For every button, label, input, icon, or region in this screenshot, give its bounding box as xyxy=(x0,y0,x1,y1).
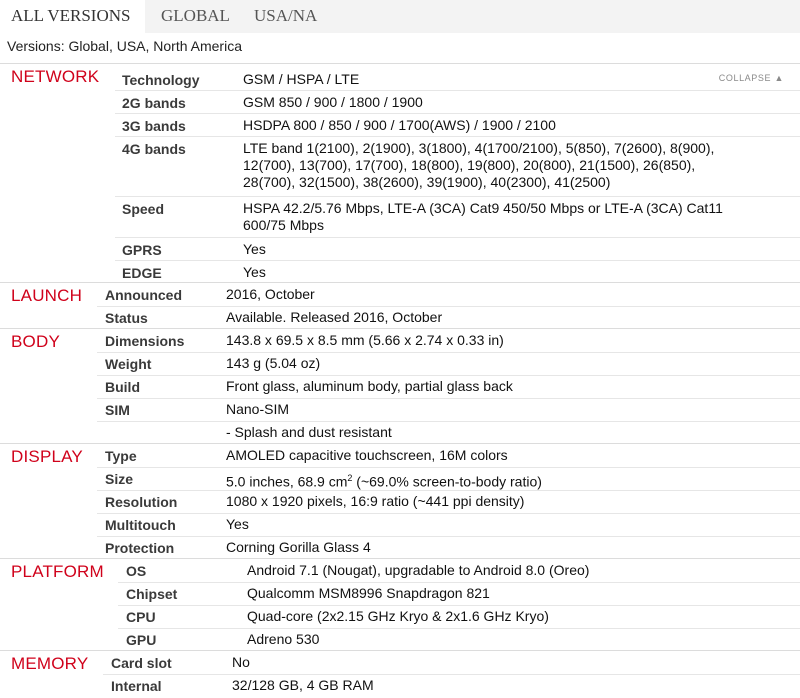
spec-value: 32/128 GB, 4 GB RAM xyxy=(232,677,374,693)
row-divider xyxy=(97,536,800,537)
spec-label: EDGE xyxy=(122,265,162,281)
spec-section-platform: PLATFORM OS Android 7.1 (Nougat), upgrad… xyxy=(0,558,800,650)
spec-label: Protection xyxy=(105,540,175,556)
spec-label: SIM xyxy=(105,402,130,418)
spec-section-network: NETWORK Technology GSM / HSPA / LTE 2G b… xyxy=(0,63,800,282)
spec-label: Chipset xyxy=(126,586,178,602)
spec-label: Announced xyxy=(105,287,182,303)
section-title-launch: LAUNCH xyxy=(11,286,83,305)
spec-label: 2G bands xyxy=(122,95,186,111)
spec-value: Yes xyxy=(226,516,249,532)
spec-value: Android 7.1 (Nougat), upgradable to Andr… xyxy=(247,562,590,578)
spec-value-line: 28(700), 32(1500), 38(2600), 39(1900), 4… xyxy=(243,174,611,190)
spec-value: Available. Released 2016, October xyxy=(226,309,443,325)
row-divider xyxy=(118,582,800,583)
spec-value: Nano-SIM xyxy=(226,401,290,417)
tab-all-versions[interactable]: ALL VERSIONS xyxy=(0,0,145,33)
spec-label: Type xyxy=(105,448,137,464)
spec-section-memory: MEMORY Card slot No Internal 32/128 GB, … xyxy=(0,650,800,698)
spec-label: 3G bands xyxy=(122,118,186,134)
version-tabs: ALL VERSIONS GLOBAL USA/NA xyxy=(0,0,800,33)
spec-label: Card slot xyxy=(111,655,172,671)
spec-value: 5.0 inches, 68.9 cm2 (~69.0% screen-to-b… xyxy=(226,473,542,490)
spec-value: Qualcomm MSM8996 Snapdragon 821 xyxy=(247,585,490,601)
section-title-display: DISPLAY xyxy=(11,447,83,466)
row-divider xyxy=(97,421,800,422)
spec-label: Build xyxy=(105,379,140,395)
spec-label: CPU xyxy=(126,609,156,625)
row-divider xyxy=(115,237,800,238)
spec-label: Resolution xyxy=(105,494,178,510)
spec-label: Multitouch xyxy=(105,517,176,533)
spec-value: Adreno 530 xyxy=(247,631,320,647)
row-divider xyxy=(97,306,800,307)
versions-text: Versions: Global, USA, North America xyxy=(7,38,242,54)
spec-value: 1080 x 1920 pixels, 16:9 ratio (~441 ppi… xyxy=(226,493,525,509)
spec-value: - Splash and dust resistant xyxy=(226,424,392,440)
spec-value: Quad-core (2x2.15 GHz Kryo & 2x1.6 GHz K… xyxy=(247,608,549,624)
spec-section-launch: LAUNCH Announced 2016, October Status Av… xyxy=(0,282,800,328)
spec-label: GPU xyxy=(126,632,157,648)
row-divider xyxy=(97,467,800,468)
spec-label: GPRS xyxy=(122,242,162,258)
spec-label: Speed xyxy=(122,201,165,217)
spec-value: HSDPA 800 / 850 / 900 / 1700(AWS) / 1900… xyxy=(243,117,556,133)
spec-value: AMOLED capacitive touchscreen, 16M color… xyxy=(226,447,508,463)
section-title-body: BODY xyxy=(11,332,60,351)
spec-value: GSM / HSPA / LTE xyxy=(243,71,360,87)
row-divider xyxy=(118,628,800,629)
section-title-memory: MEMORY xyxy=(11,654,89,673)
spec-value-line: LTE band 1(2100), 2(1900), 3(1800), 4(17… xyxy=(243,140,715,156)
tab-usa-na[interactable]: USA/NA xyxy=(254,0,317,33)
row-divider xyxy=(115,113,800,114)
spec-label: Weight xyxy=(105,356,152,372)
row-divider xyxy=(97,375,800,376)
row-divider xyxy=(115,136,800,137)
spec-value: 143 g (5.04 oz) xyxy=(226,355,321,371)
row-divider xyxy=(118,605,800,606)
spec-value-line: HSPA 42.2/5.76 Mbps, LTE-A (3CA) Cat9 45… xyxy=(243,200,723,216)
spec-value: 2016, October xyxy=(226,286,315,302)
row-divider xyxy=(115,90,800,91)
section-title-network: NETWORK xyxy=(11,67,100,86)
spec-value-line: 12(700), 13(700), 17(700), 18(800), 19(8… xyxy=(243,157,696,173)
spec-section-display: DISPLAY Type AMOLED capacitive touchscre… xyxy=(0,443,800,558)
row-divider xyxy=(97,513,800,514)
row-divider xyxy=(97,398,800,399)
spec-value: Front glass, aluminum body, partial glas… xyxy=(226,378,513,394)
spec-value: Yes xyxy=(243,241,266,257)
spec-value-line: 600/75 Mbps xyxy=(243,217,324,233)
spec-value: No xyxy=(232,654,250,670)
spec-value: 143.8 x 69.5 x 8.5 mm (5.66 x 2.74 x 0.3… xyxy=(226,332,504,348)
section-title-platform: PLATFORM xyxy=(11,562,104,581)
spec-value: GSM 850 / 900 / 1800 / 1900 xyxy=(243,94,423,110)
row-divider xyxy=(115,260,800,261)
tab-global[interactable]: GLOBAL xyxy=(161,0,230,33)
spec-value: Yes xyxy=(243,264,266,280)
spec-label: Status xyxy=(105,310,148,326)
spec-value: Corning Gorilla Glass 4 xyxy=(226,539,371,555)
row-divider xyxy=(97,490,800,491)
row-divider xyxy=(103,674,800,675)
spec-section-body: BODY Dimensions 143.8 x 69.5 x 8.5 mm (5… xyxy=(0,328,800,443)
spec-label: Technology xyxy=(122,72,200,88)
spec-label: Internal xyxy=(111,678,162,694)
row-divider xyxy=(97,352,800,353)
row-divider xyxy=(115,196,800,197)
spec-label: 4G bands xyxy=(122,141,186,157)
spec-label: Size xyxy=(105,471,134,487)
spec-label: OS xyxy=(126,563,147,579)
spec-label: Dimensions xyxy=(105,333,185,349)
